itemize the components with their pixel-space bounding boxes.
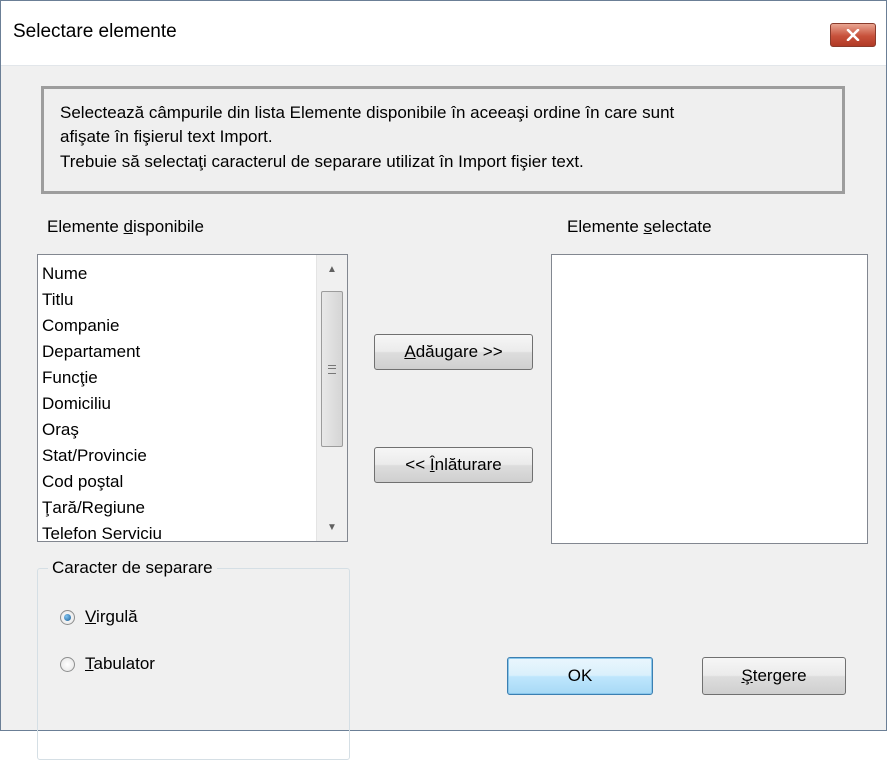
selected-items-label: Elemente selectate <box>567 217 712 236</box>
separator-groupbox: Caracter de separare Virgulă Tabulator <box>37 558 350 760</box>
remove-button[interactable]: << Înlăturare <box>374 447 533 483</box>
list-item[interactable]: Telefon Serviciu <box>42 521 162 547</box>
window-title: Selectare elemente <box>13 21 177 42</box>
available-items-container: Nume Titlu Companie Departament Funcţie Domic… <box>42 261 162 547</box>
selected-items-list[interactable] <box>551 254 868 544</box>
radio-comma-icon[interactable] <box>60 609 75 625</box>
instructions-line-1: Selectează câmpurile din lista Elemente … <box>60 103 675 122</box>
available-list-scrollbar[interactable]: ▲ ▼ <box>316 255 347 541</box>
list-item[interactable]: Ţară/Regiune <box>42 495 162 521</box>
list-item[interactable]: Funcţie <box>42 365 162 391</box>
delete-button[interactable]: Ştergere <box>702 657 846 695</box>
grip-icon <box>328 364 336 374</box>
dialog-body: Selectează câmpurile din lista Elemente … <box>1 66 886 760</box>
dialog-window: Selectare elemente Selectează câmpurile … <box>0 0 887 760</box>
list-item[interactable]: Companie <box>42 313 162 339</box>
list-item[interactable]: Cod poştal <box>42 469 162 495</box>
close-button[interactable] <box>830 23 876 47</box>
list-item[interactable]: Nume <box>42 261 162 287</box>
available-items-label: Elemente disponibile <box>47 217 204 236</box>
radio-tab-icon[interactable] <box>60 656 75 672</box>
instructions-line-2: afişate în fişierul text Import. <box>60 127 273 146</box>
list-item[interactable]: Domiciliu <box>42 391 162 417</box>
add-button[interactable]: Adăugare >> <box>374 334 533 370</box>
radio-comma[interactable]: Virgulă <box>60 607 138 627</box>
instructions-line-3: Trebuie să selectaţi caracterul de separ… <box>60 152 584 171</box>
instructions-box: Selectează câmpurile din lista Elemente … <box>41 86 845 194</box>
ok-button[interactable]: OK <box>507 657 653 695</box>
scroll-up-arrow-icon[interactable]: ▲ <box>317 257 347 281</box>
scroll-thumb[interactable] <box>321 291 343 447</box>
list-item[interactable]: Oraş <box>42 417 162 443</box>
list-item[interactable]: Titlu <box>42 287 162 313</box>
radio-comma-label: Virgulă <box>85 607 138 626</box>
radio-tab-label: Tabulator <box>85 654 155 673</box>
radio-tab[interactable]: Tabulator <box>60 654 155 674</box>
close-icon <box>846 29 860 41</box>
list-item[interactable]: Departament <box>42 339 162 365</box>
title-bar: Selectare elemente <box>1 1 886 66</box>
available-items-list[interactable]: Nume Titlu Companie Departament Funcţie Domic… <box>37 254 348 543</box>
separator-group-title: Caracter de separare <box>48 558 217 578</box>
scroll-down-arrow-icon[interactable]: ▼ <box>317 515 347 539</box>
list-item[interactable]: Stat/Provincie <box>42 443 162 469</box>
